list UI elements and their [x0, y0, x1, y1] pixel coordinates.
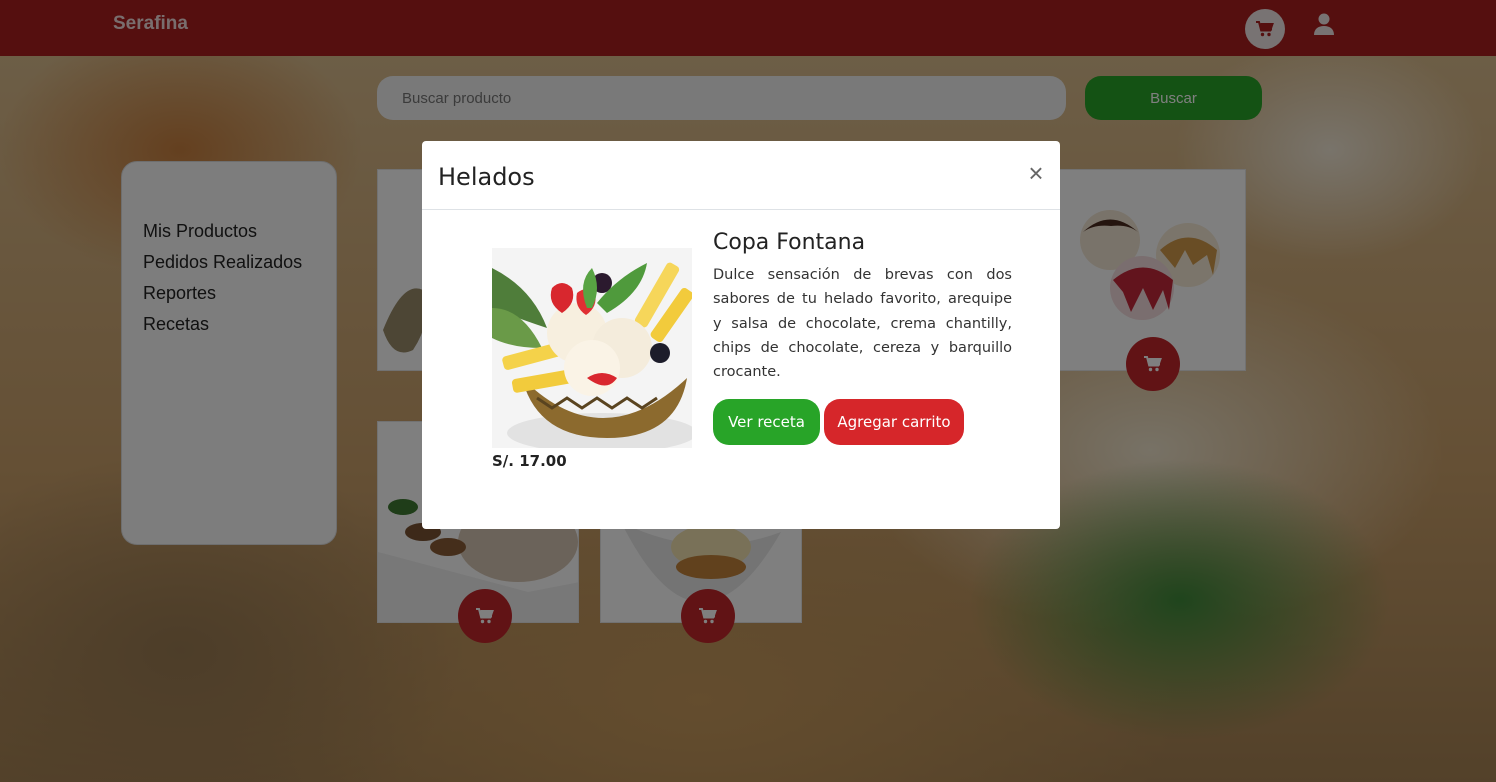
product-name: Copa Fontana [713, 230, 866, 255]
close-icon[interactable]: × [1022, 159, 1050, 187]
modal-header: Helados × [422, 141, 1060, 210]
modal-title: Helados [438, 163, 535, 191]
add-to-cart-button[interactable]: Agregar carrito [824, 399, 964, 445]
product-price: S/. 17.00 [492, 452, 567, 470]
view-recipe-button[interactable]: Ver receta [713, 399, 820, 445]
product-image [492, 248, 692, 448]
product-modal: Helados × S/. 17.00 Copa Fontana Dulce s… [422, 141, 1060, 529]
product-description: Dulce sensación de brevas con dos sabore… [713, 267, 1012, 381]
